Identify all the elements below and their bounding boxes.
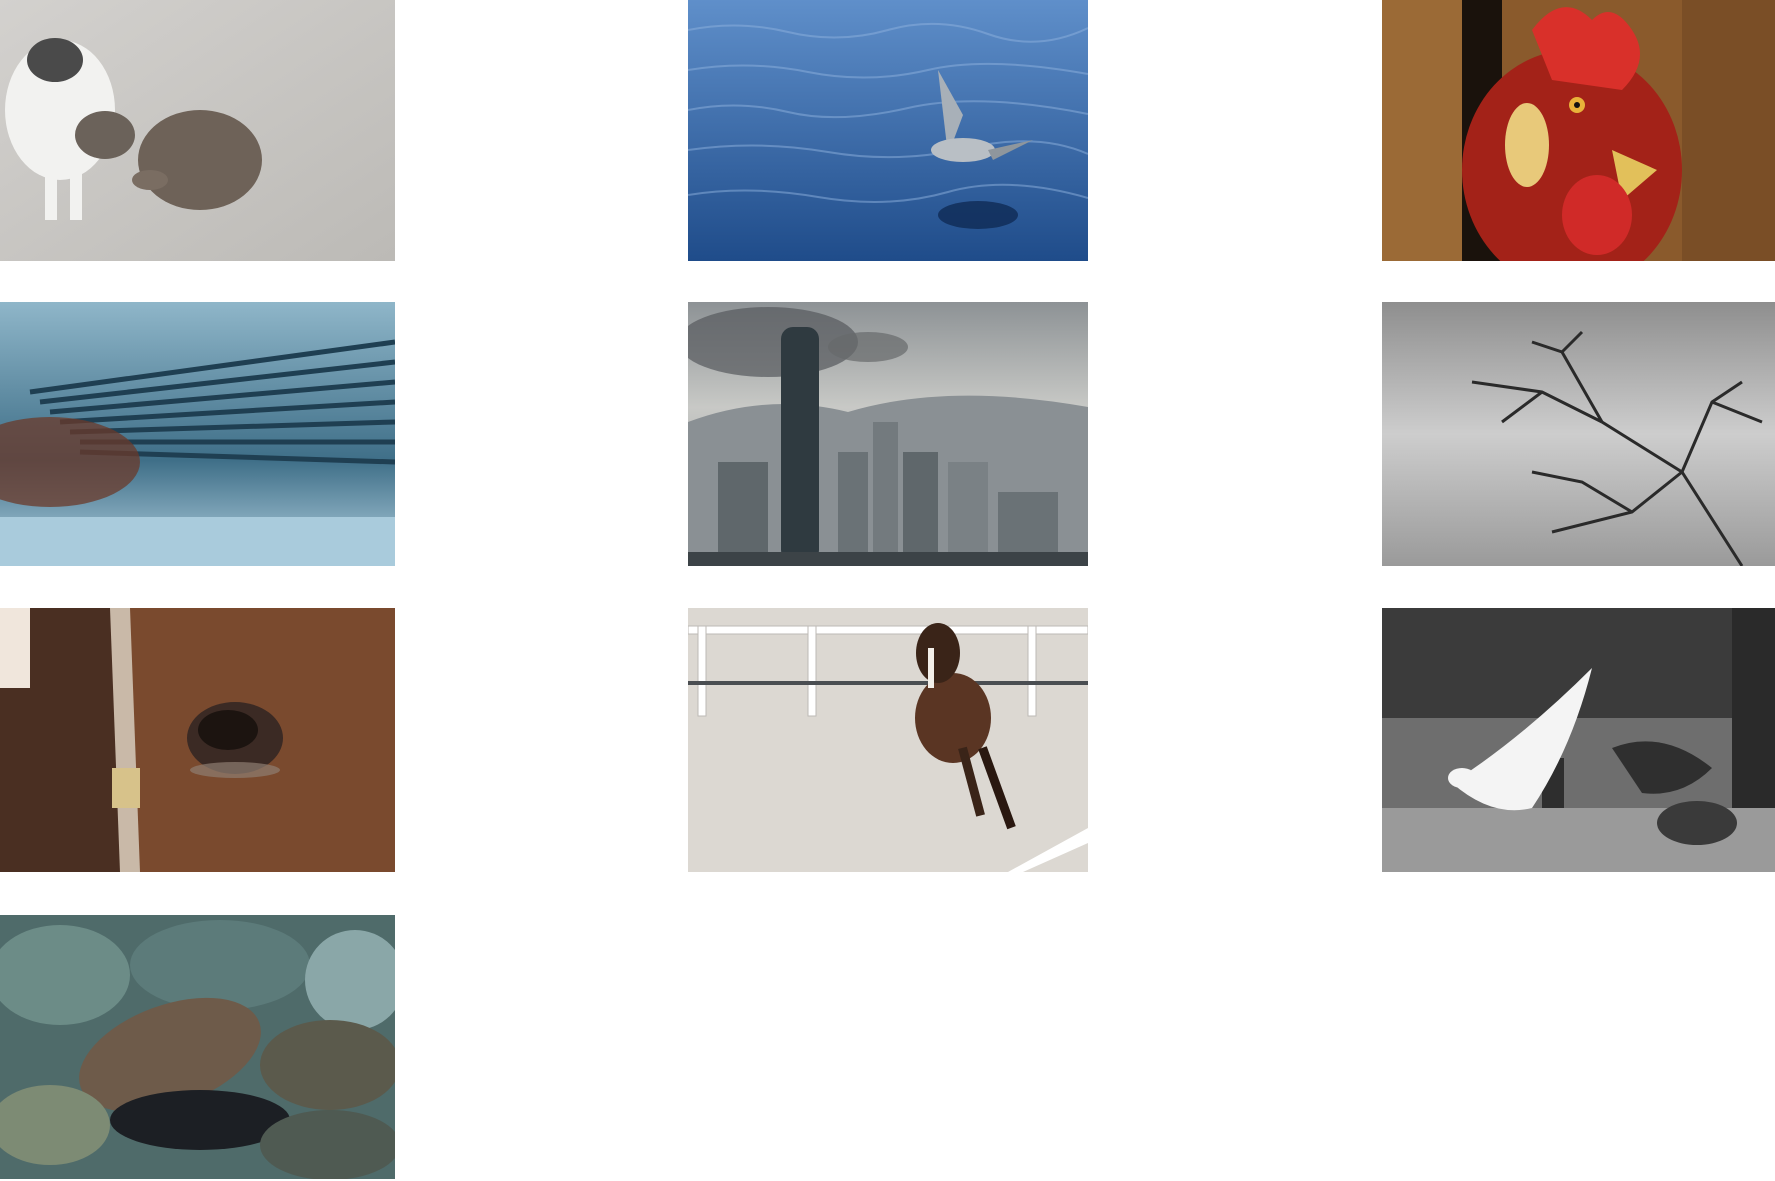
thumbnail-rooster[interactable] xyxy=(1382,0,1775,261)
thumbnail-kittens[interactable] xyxy=(0,0,395,261)
wet-pebbles-image xyxy=(0,915,395,1179)
image-gallery xyxy=(0,0,1775,1181)
kittens-image xyxy=(0,0,395,261)
thumbnail-horse-eye[interactable] xyxy=(0,608,395,872)
thumbnail-bare-tree[interactable] xyxy=(1382,302,1775,566)
rooster-image xyxy=(1382,0,1775,261)
thumbnail-seagull-over-water[interactable] xyxy=(688,0,1088,261)
thumbnail-city-skyline[interactable] xyxy=(688,302,1088,566)
bare-tree-image xyxy=(1382,302,1775,566)
fan-blades-image xyxy=(0,302,395,566)
thumbnail-fan-blades[interactable] xyxy=(0,302,395,566)
running-horse-image xyxy=(688,608,1088,872)
thumbnail-wet-pebbles[interactable] xyxy=(0,915,395,1179)
thumbnail-running-horse[interactable] xyxy=(688,608,1088,872)
city-skyline-image xyxy=(688,302,1088,566)
thumbnail-doves[interactable] xyxy=(1382,608,1775,872)
doves-image xyxy=(1382,608,1775,872)
seagull-image xyxy=(688,0,1088,261)
horse-eye-image xyxy=(0,608,395,872)
